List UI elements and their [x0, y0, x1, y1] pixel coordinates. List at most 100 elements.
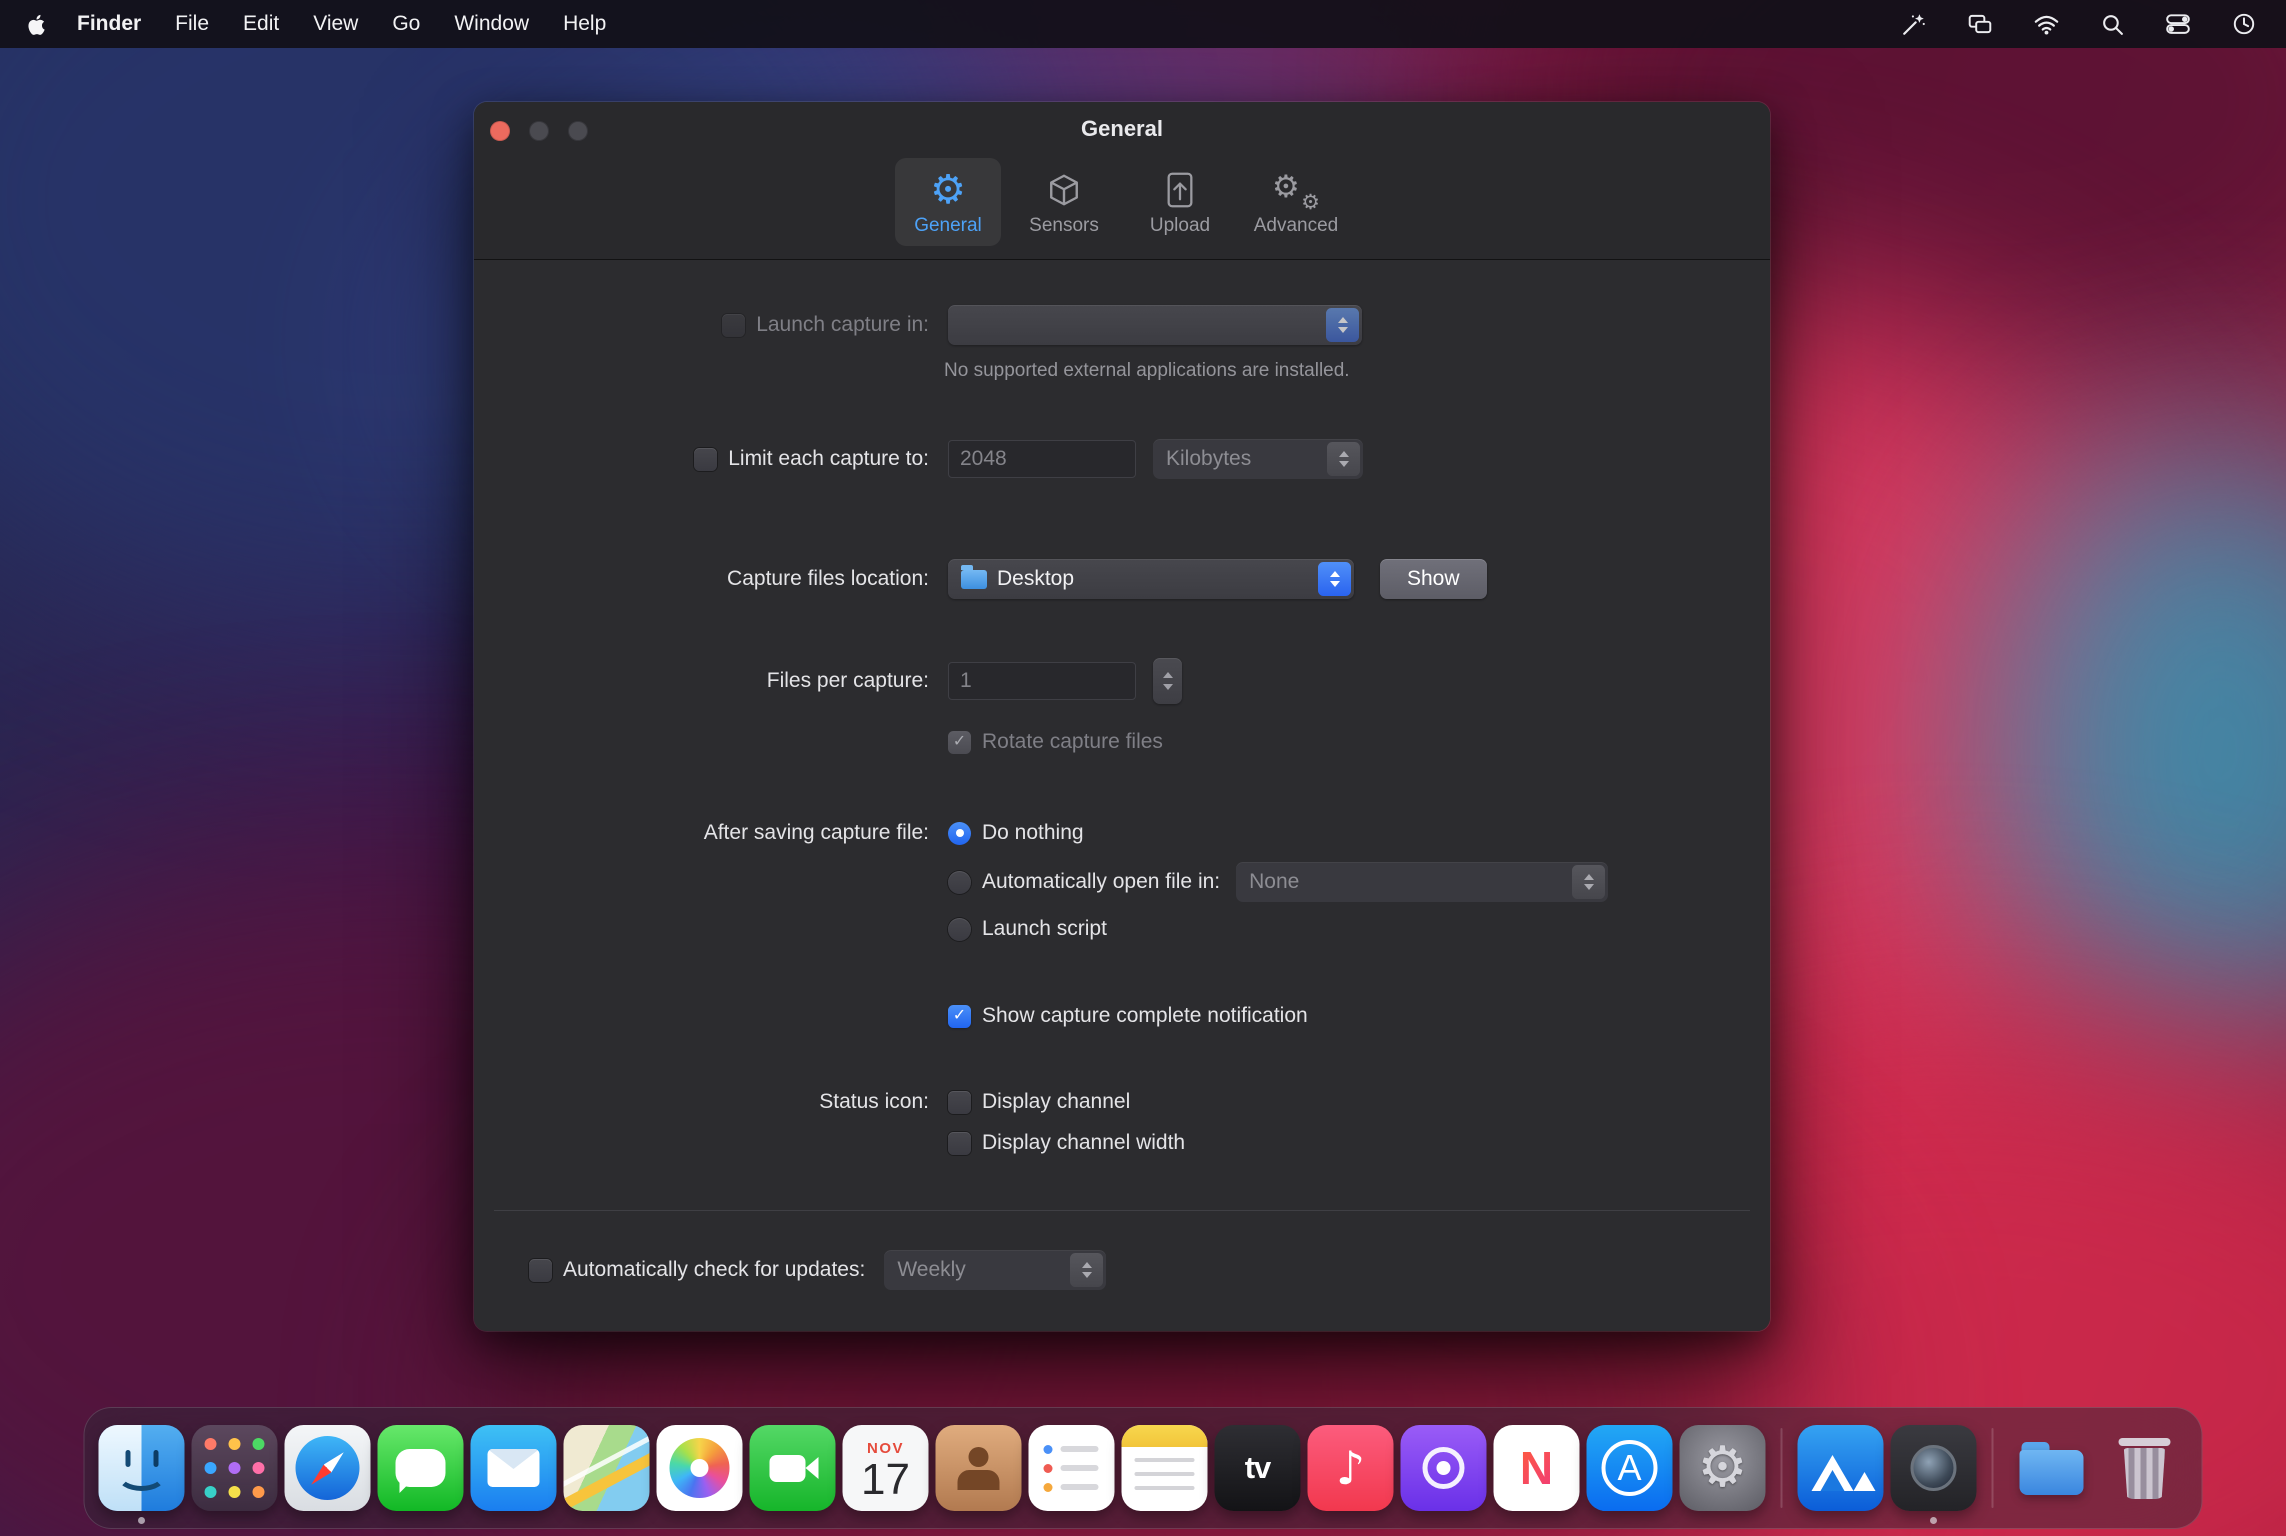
files-per-capture-input[interactable]	[948, 662, 1136, 700]
dock-trash[interactable]	[2102, 1425, 2188, 1511]
do-nothing-radio[interactable]	[948, 821, 971, 845]
popup-arrows-icon	[1070, 1253, 1104, 1287]
files-per-capture-row: Files per capture:	[474, 658, 1182, 704]
files-per-capture-label: Files per capture:	[766, 669, 929, 692]
dock-music[interactable]: ♪	[1307, 1425, 1394, 1511]
dock-news[interactable]: N	[1493, 1425, 1580, 1511]
open-file-in-value: None	[1249, 870, 1300, 893]
limit-capture-row: Limit each capture to: Kilobytes	[474, 437, 1363, 481]
menu-bar-left: Finder File Edit View Go Window Help	[0, 12, 606, 36]
dock-safari[interactable]	[284, 1425, 371, 1511]
trash-icon	[2102, 1425, 2188, 1511]
screen-mirroring-icon[interactable]	[1966, 10, 1994, 38]
display-channel-width-checkbox[interactable]	[948, 1131, 971, 1155]
open-file-in-select[interactable]: None	[1236, 862, 1609, 902]
airtool-icon	[1797, 1425, 1884, 1511]
menu-help[interactable]: Help	[563, 12, 606, 36]
wand-icon[interactable]	[1900, 10, 1928, 38]
active-app-menu[interactable]: Finder	[77, 12, 141, 36]
open-file-in-radio[interactable]	[948, 870, 971, 894]
dock: NOV 17 tv ♪ N A ⚙	[83, 1407, 2203, 1529]
spotlight-search-icon[interactable]	[2098, 10, 2126, 38]
menu-view[interactable]: View	[313, 12, 358, 36]
menu-file[interactable]: File	[175, 12, 209, 36]
dock-notes[interactable]	[1121, 1425, 1208, 1511]
maps-icon	[563, 1425, 650, 1511]
music-icon: ♪	[1307, 1425, 1394, 1511]
dock-calendar[interactable]: NOV 17	[842, 1425, 929, 1511]
preferences-content: Launch capture in: No supported external…	[474, 260, 1770, 1331]
dock-unknown-app[interactable]	[1890, 1425, 1977, 1524]
facetime-icon	[749, 1425, 836, 1511]
dock-appstore[interactable]: A	[1586, 1425, 1673, 1511]
dock-podcasts[interactable]	[1400, 1425, 1487, 1511]
tab-general-label: General	[914, 215, 982, 236]
clock-icon[interactable]	[2230, 10, 2258, 38]
control-center-icon[interactable]	[2164, 10, 2192, 38]
dock-maps[interactable]	[563, 1425, 650, 1511]
dock-facetime[interactable]	[749, 1425, 836, 1511]
finder-icon	[98, 1425, 185, 1511]
menu-window[interactable]: Window	[454, 12, 529, 36]
tab-upload[interactable]: Upload	[1127, 158, 1233, 246]
display-channel-label: Display channel	[982, 1090, 1131, 1113]
display-channel-width-label: Display channel width	[982, 1131, 1186, 1154]
dock-launchpad[interactable]	[191, 1425, 278, 1511]
capture-location-select[interactable]: Desktop	[948, 559, 1354, 599]
dock-mail[interactable]	[470, 1425, 557, 1511]
launch-capture-checkbox[interactable]	[722, 313, 746, 337]
dock-downloads[interactable]	[2009, 1425, 2095, 1511]
display-channel-row: Display channel	[948, 1080, 1130, 1124]
updates-checkbox[interactable]	[529, 1258, 552, 1282]
limit-unit-select[interactable]: Kilobytes	[1153, 439, 1363, 479]
updates-frequency-value: Weekly	[897, 1258, 966, 1281]
check-icon: ✓	[952, 733, 967, 750]
dock-reminders[interactable]	[1028, 1425, 1115, 1511]
dock-photos[interactable]	[656, 1425, 743, 1511]
updates-frequency-select[interactable]: Weekly	[884, 1250, 1107, 1290]
dock-airtool[interactable]	[1797, 1425, 1884, 1511]
menu-edit[interactable]: Edit	[243, 12, 279, 36]
dock-system-preferences[interactable]: ⚙	[1679, 1425, 1766, 1511]
launch-script-row: Launch script	[948, 907, 1107, 951]
files-per-capture-stepper[interactable]	[1153, 658, 1182, 704]
dock-contacts[interactable]	[935, 1425, 1022, 1511]
launch-script-label: Launch script	[982, 917, 1107, 940]
apple-menu-icon[interactable]	[26, 13, 45, 36]
reminders-icon	[1028, 1425, 1115, 1511]
dock-finder[interactable]	[98, 1425, 185, 1524]
popup-arrows-icon	[1326, 308, 1359, 342]
dock-tv[interactable]: tv	[1214, 1425, 1301, 1511]
wifi-icon[interactable]	[2032, 10, 2060, 38]
popup-arrows-icon	[1572, 865, 1606, 899]
window-title-bar[interactable]: General ⚙ General Sensors Upload ⚙ ⚙ Adv…	[474, 102, 1770, 260]
news-icon: N	[1493, 1425, 1580, 1511]
tab-advanced[interactable]: ⚙ ⚙ Advanced	[1243, 158, 1349, 246]
do-nothing-row: Do nothing	[948, 811, 1084, 855]
preferences-window: General ⚙ General Sensors Upload ⚙ ⚙ Adv…	[474, 102, 1770, 1331]
app-store-icon: A	[1586, 1425, 1673, 1511]
status-icon-label: Status icon:	[819, 1090, 929, 1113]
limit-capture-checkbox[interactable]	[694, 447, 718, 471]
notification-checkbox[interactable]: ✓	[948, 1004, 971, 1028]
display-channel-checkbox[interactable]	[948, 1090, 971, 1114]
limit-size-input[interactable]	[948, 440, 1136, 478]
launch-capture-select[interactable]	[948, 305, 1362, 345]
show-button[interactable]: Show	[1380, 559, 1487, 599]
after-saving-row: After saving capture file:	[474, 811, 929, 855]
rotate-files-label: Rotate capture files	[982, 730, 1163, 753]
tab-sensors[interactable]: Sensors	[1011, 158, 1117, 246]
camera-lens-icon	[1890, 1425, 1977, 1511]
rotate-files-checkbox[interactable]: ✓	[948, 730, 971, 754]
calendar-day: 17	[861, 1454, 910, 1504]
launch-script-radio[interactable]	[948, 917, 971, 941]
cube-icon	[1046, 167, 1082, 213]
tab-general[interactable]: ⚙ General	[895, 158, 1001, 246]
photos-icon	[656, 1425, 743, 1511]
dock-messages[interactable]	[377, 1425, 464, 1511]
launch-capture-row: Launch capture in:	[474, 303, 1362, 347]
downloads-folder-icon	[2009, 1425, 2095, 1511]
launch-capture-label: Launch capture in:	[756, 313, 929, 336]
podcasts-icon	[1400, 1425, 1487, 1511]
menu-go[interactable]: Go	[392, 12, 420, 36]
